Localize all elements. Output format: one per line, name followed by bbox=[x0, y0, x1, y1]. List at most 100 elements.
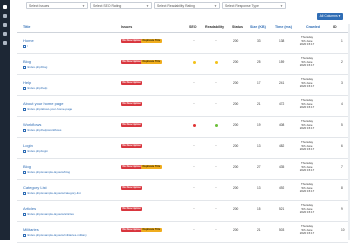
time-cell: 408 bbox=[279, 123, 285, 127]
external-link-icon bbox=[23, 212, 26, 216]
page-url-link[interactable]: /index.php/example-layouts/militaries-mi… bbox=[23, 233, 87, 237]
status-cell: 200 bbox=[233, 39, 239, 43]
size-cell: 17 bbox=[257, 81, 261, 85]
chevron-down-icon: ▼ bbox=[146, 4, 149, 8]
page-url-text: /index.php/example-layouts/articles bbox=[27, 212, 74, 216]
page-url-text: /index.php/help bbox=[27, 86, 48, 90]
readability-filter-label: Select Readability Rating bbox=[157, 4, 195, 8]
page-title-link[interactable]: About your home page bbox=[23, 101, 63, 106]
size-cell: 19 bbox=[257, 123, 261, 127]
table-row: Home / No Description Duplicate Title – – 200 3… bbox=[17, 34, 348, 54]
no-description-badge: No Description bbox=[121, 102, 143, 106]
id-cell: 3 bbox=[341, 81, 343, 85]
table-row: Articles/index.php/example-layouts/artic… bbox=[17, 202, 348, 222]
columns-button[interactable]: All Columns ▾ bbox=[317, 13, 343, 20]
seo-filter-select[interactable]: Select SEO Rating ▼ bbox=[90, 2, 152, 9]
col-time[interactable]: Time (ms) bbox=[275, 25, 292, 29]
external-link-icon bbox=[23, 86, 26, 90]
external-link-icon bbox=[23, 170, 26, 174]
crawled-time: 2020 15:17 bbox=[299, 84, 315, 89]
page-url-link[interactable]: /index.php/example-layouts/category-list bbox=[23, 191, 81, 195]
readability-rating-empty: – bbox=[215, 80, 217, 84]
seo-rating-empty: – bbox=[193, 143, 195, 147]
crawled-time: 2020 15:17 bbox=[299, 105, 315, 110]
seo-rating-empty: – bbox=[193, 101, 195, 105]
col-crawled[interactable]: Crawled bbox=[306, 25, 320, 29]
page-url-link[interactable]: /index.php/example-layouts/blog bbox=[23, 170, 70, 174]
response-filter-label: Select Response Type bbox=[225, 4, 259, 8]
page-title-link[interactable]: Militaries bbox=[23, 227, 39, 232]
no-description-badge: No Description bbox=[121, 165, 143, 169]
table-row: About your home page/index.php/about-you… bbox=[17, 97, 348, 117]
menu-icon[interactable] bbox=[3, 5, 7, 9]
page-url-text: /index.php/blog bbox=[27, 65, 48, 69]
readability-rating-empty: – bbox=[215, 185, 217, 189]
page-title-link[interactable]: Articles bbox=[23, 206, 36, 211]
status-cell: 200 bbox=[233, 207, 239, 211]
readability-rating-empty: – bbox=[215, 38, 217, 42]
crawled-cell: Thursday 5th June 2020 15:17 bbox=[297, 140, 317, 152]
crawled-time: 2020 15:17 bbox=[299, 168, 315, 173]
time-cell: 482 bbox=[279, 144, 285, 148]
page-url-link[interactable]: /index.php/help/workflows bbox=[23, 128, 61, 132]
status-cell: 200 bbox=[233, 228, 239, 232]
col-readability: Readability bbox=[205, 25, 225, 29]
page-url-link[interactable]: /index.php/example-layouts/articles bbox=[23, 212, 74, 216]
crawled-cell: Thursday 5th June 2020 15:17 bbox=[297, 119, 317, 131]
col-size[interactable]: Size (KB) bbox=[250, 25, 266, 29]
table-row: Blog/index.php/example-layouts/blog No De… bbox=[17, 160, 348, 180]
page-url-link[interactable]: /index.php/login bbox=[23, 149, 48, 153]
response-filter-select[interactable]: Select Response Type ▼ bbox=[222, 2, 286, 9]
dashboard-icon[interactable] bbox=[3, 14, 7, 18]
page-url-text: /index.php/example-layouts/militaries-mi… bbox=[27, 233, 87, 237]
col-title[interactable]: Title bbox=[23, 25, 30, 29]
size-cell: 21 bbox=[257, 228, 261, 232]
duplicate-title-badge: Duplicate Title bbox=[141, 228, 162, 232]
page-title-link[interactable]: Blog bbox=[23, 59, 31, 64]
status-cell: 200 bbox=[233, 123, 239, 127]
page-url-link[interactable]: /index.php/about-your-home-page bbox=[23, 107, 72, 111]
id-cell: 2 bbox=[341, 60, 343, 64]
id-cell: 8 bbox=[341, 186, 343, 190]
no-description-badge: No Description bbox=[121, 60, 143, 64]
issues-filter-label: Select Issues bbox=[29, 4, 50, 8]
status-cell: 200 bbox=[233, 60, 239, 64]
page-title-link[interactable]: Workflows bbox=[23, 122, 41, 127]
page-title-link[interactable]: Home bbox=[23, 38, 34, 43]
page-title-link[interactable]: Help bbox=[23, 80, 31, 85]
duplicate-title-badge: Duplicate Title bbox=[141, 60, 162, 64]
external-link-icon bbox=[23, 107, 26, 111]
readability-rating-empty: – bbox=[215, 143, 217, 147]
issues-filter-select[interactable]: Select Issues ▼ bbox=[26, 2, 88, 9]
no-description-badge: No Description bbox=[121, 123, 143, 127]
table-row: Workflows/index.php/help/workflows No Des… bbox=[17, 118, 348, 138]
page-url-link[interactable]: / bbox=[23, 44, 28, 48]
col-id[interactable]: ID bbox=[333, 25, 337, 29]
readability-rating-empty: – bbox=[215, 101, 217, 105]
content-icon[interactable] bbox=[3, 23, 7, 27]
crawled-cell: Thursday 5th June 2020 15:17 bbox=[297, 35, 317, 47]
page-title-link[interactable]: Category List bbox=[23, 185, 47, 190]
chevron-down-icon: ▼ bbox=[280, 4, 283, 8]
tools-icon[interactable] bbox=[3, 41, 7, 45]
table-row: Category List/index.php/example-layouts/… bbox=[17, 181, 348, 201]
seo-rating-empty: – bbox=[193, 185, 195, 189]
no-description-badge: No Description bbox=[121, 39, 143, 43]
page-url-link[interactable]: /index.php/blog bbox=[23, 65, 47, 69]
no-description-badge: No Description bbox=[121, 207, 143, 211]
settings-icon[interactable] bbox=[3, 32, 7, 36]
page-title-link[interactable]: Login bbox=[23, 143, 33, 148]
crawled-cell: Thursday 5th June 2020 15:17 bbox=[297, 98, 317, 110]
seo-rating-empty: – bbox=[193, 38, 195, 42]
seo-rating-empty: – bbox=[193, 227, 195, 231]
crawled-cell: Thursday 5th June 2020 15:17 bbox=[297, 77, 317, 89]
page-url-text: /index.php/example-layouts/category-list bbox=[27, 191, 81, 195]
crawled-cell: Thursday 5th June 2020 15:17 bbox=[297, 56, 317, 68]
id-cell: 9 bbox=[341, 207, 343, 211]
seo-rating-empty: – bbox=[193, 164, 195, 168]
page-title-link[interactable]: Blog bbox=[23, 164, 31, 169]
time-cell: 492 bbox=[279, 186, 285, 190]
readability-rating-indicator bbox=[215, 124, 218, 127]
page-url-link[interactable]: /index.php/help bbox=[23, 86, 47, 90]
readability-filter-select[interactable]: Select Readability Rating ▼ bbox=[154, 2, 220, 9]
